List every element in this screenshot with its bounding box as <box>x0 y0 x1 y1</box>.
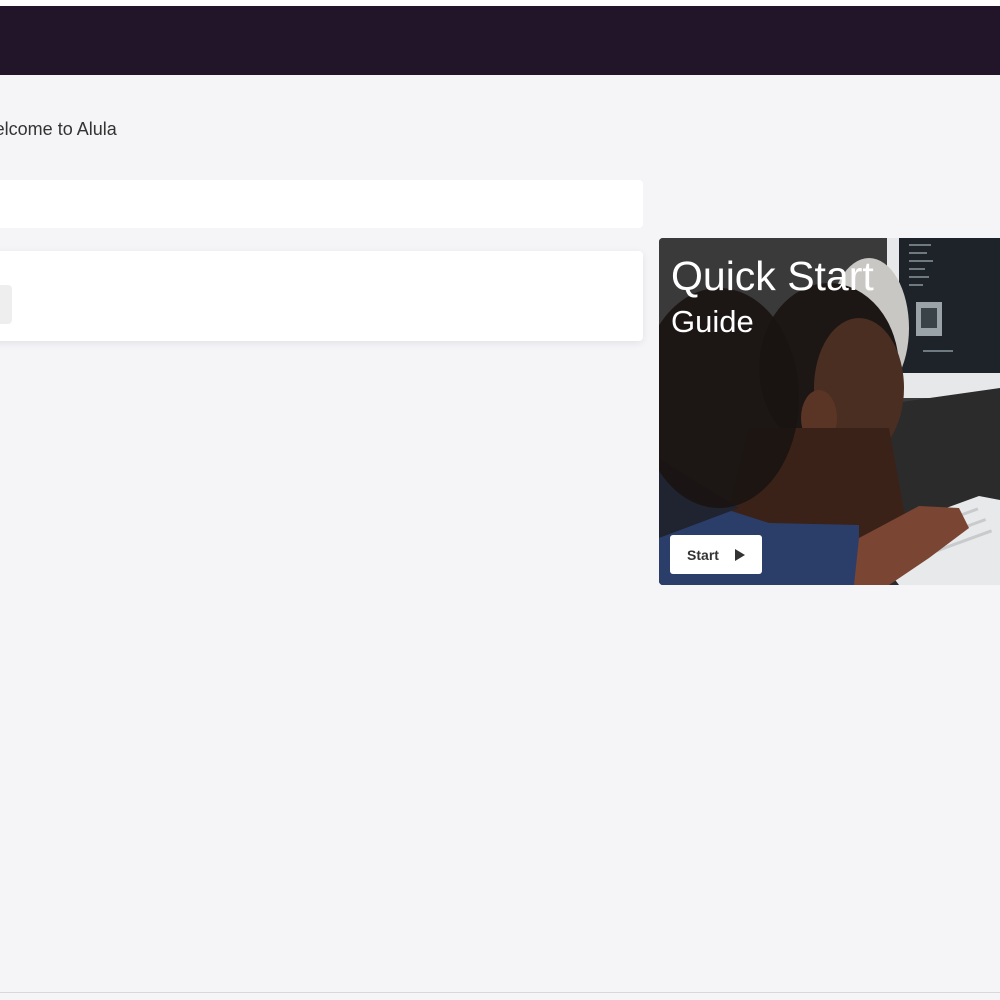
quick-start-title: Quick Start <box>671 253 874 299</box>
search-panel[interactable] <box>0 180 643 228</box>
quick-start-subtitle: Guide <box>671 304 754 339</box>
panel-chip[interactable] <box>0 285 12 324</box>
content-panel <box>0 251 643 341</box>
quick-start-card: Quick Start Guide Start <box>659 238 1000 585</box>
play-icon <box>734 548 745 561</box>
bottom-divider <box>0 992 1000 993</box>
start-button-label: Start <box>687 546 719 563</box>
welcome-heading: Welcome to Alula <box>0 119 117 139</box>
start-button[interactable]: Start <box>670 535 762 574</box>
app-header <box>0 6 1000 75</box>
